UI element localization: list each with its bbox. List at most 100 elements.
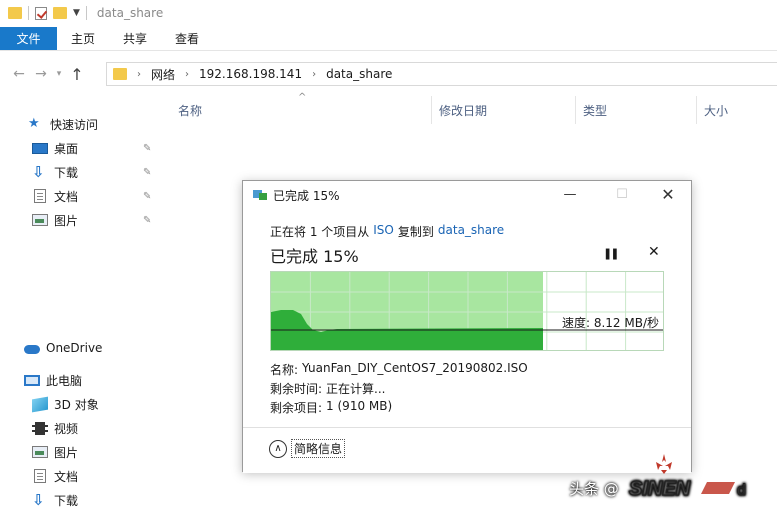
sidebar-item-pictures[interactable]: 图片 ✎ [0, 209, 160, 231]
transfer-speed-graph: 速度: 8.12 MB/秒 [270, 271, 664, 351]
copy-description: 正在将 1 个项目从 ISO 复制到 data_share [270, 223, 504, 240]
dialog-title-bar[interactable]: 已完成 15% — ☐ ✕ [243, 181, 691, 209]
name-value: YuanFan_DIY_CentOS7_20190802.ISO [302, 361, 528, 375]
pictures-icon [32, 214, 48, 226]
folder-icon[interactable] [8, 7, 22, 19]
sidebar-item-downloads-pc[interactable]: ⇩ 下载 [0, 489, 160, 511]
items-label: 剩余项目: [270, 401, 323, 415]
sidebar-item-label: 此电脑 [46, 373, 83, 388]
tab-share[interactable]: 共享 [109, 27, 161, 50]
sidebar-item-onedrive[interactable]: OneDrive [0, 337, 160, 359]
cloud-icon [24, 345, 40, 354]
watermark-logo-icon [656, 454, 672, 474]
column-size[interactable]: 大小 [704, 102, 728, 119]
close-button[interactable]: ✕ [653, 185, 683, 205]
column-divider[interactable] [575, 96, 576, 124]
items-value: 1 (910 MB) [326, 399, 393, 413]
column-modified[interactable]: 修改日期 [439, 102, 487, 119]
column-type[interactable]: 类型 [583, 102, 607, 119]
cancel-copy-button[interactable]: ✕ [648, 244, 660, 260]
tab-home[interactable]: 主页 [57, 27, 109, 50]
download-icon: ⇩ [32, 491, 45, 509]
pin-icon[interactable]: ✎ [143, 167, 151, 178]
column-divider[interactable] [431, 96, 432, 124]
forward-arrow-icon[interactable]: → [30, 66, 52, 82]
breadcrumb-share[interactable]: data_share [326, 67, 392, 81]
sidebar-item-label: OneDrive [46, 341, 103, 355]
sidebar-item-videos[interactable]: 视频 [0, 417, 160, 439]
document-icon [34, 469, 46, 483]
time-remaining-row: 剩余时间: 正在计算... [270, 380, 386, 397]
pin-icon[interactable]: ✎ [143, 215, 151, 226]
recent-locations-icon[interactable]: ▾ [52, 69, 66, 79]
desc-prefix: 正在将 1 个项目从 [270, 225, 370, 239]
customize-toolbar-icon[interactable]: ▼ [73, 8, 80, 18]
breadcrumb-network[interactable]: 网络 [151, 66, 175, 83]
copy-icon [253, 190, 267, 200]
column-header: ^ 名称 修改日期 类型 大小 [160, 92, 777, 124]
sidebar-item-desktop[interactable]: 桌面 ✎ [0, 137, 160, 159]
new-folder-icon[interactable] [53, 7, 67, 19]
separator [28, 6, 29, 20]
navigation-bar: ← → ▾ ↑ › 网络 › 192.168.198.141 › data_sh… [0, 58, 777, 90]
sidebar-item-label: 图片 [54, 445, 79, 460]
maximize-button[interactable]: ☐ [607, 185, 637, 205]
video-icon [32, 421, 48, 435]
watermark-brand-logo: SINEN d [628, 477, 746, 500]
sidebar-item-label: 图片 [54, 213, 79, 228]
progress-heading: 已完成 15% [270, 247, 359, 266]
download-icon: ⇩ [32, 163, 45, 181]
sidebar-item-3d-objects[interactable]: 3D 对象 [0, 393, 160, 415]
sidebar-item-documents-pc[interactable]: 文档 [0, 465, 160, 487]
pictures-icon [32, 446, 48, 458]
tab-file[interactable]: 文件 [0, 27, 57, 50]
tab-view[interactable]: 查看 [161, 27, 213, 50]
sidebar-item-label: 下载 [54, 493, 79, 508]
computer-icon [24, 374, 40, 386]
navigation-pane: ★ 快速访问 桌面 ✎ ⇩ 下载 ✎ 文档 ✎ 图片 ✎ OneDrive 此电… [0, 110, 160, 511]
copy-progress-dialog: 已完成 15% — ☐ ✕ 正在将 1 个项目从 ISO 复制到 data_sh… [242, 180, 692, 473]
sidebar-item-label: 桌面 [54, 141, 79, 156]
time-label: 剩余时间: [270, 382, 323, 396]
source-link[interactable]: ISO [373, 223, 394, 240]
fewer-details-button[interactable]: ∧ 简略信息 [269, 439, 346, 458]
chevron-right-icon[interactable]: › [137, 69, 141, 80]
chevron-right-icon[interactable]: › [185, 69, 189, 80]
sort-ascending-icon: ^ [298, 92, 307, 103]
sidebar-item-label: 3D 对象 [54, 397, 99, 412]
address-bar[interactable]: › 网络 › 192.168.198.141 › data_share [106, 62, 777, 86]
column-divider[interactable] [696, 96, 697, 124]
sidebar-item-label: 快速访问 [50, 117, 99, 132]
pin-icon[interactable]: ✎ [143, 191, 151, 202]
sidebar-item-downloads[interactable]: ⇩ 下载 ✎ [0, 161, 160, 183]
name-label: 名称: [270, 363, 299, 377]
sidebar-item-label: 下载 [54, 165, 79, 180]
up-arrow-icon[interactable]: ↑ [66, 65, 88, 84]
dialog-footer: ∧ 简略信息 [243, 427, 691, 473]
chevron-right-icon[interactable]: › [312, 69, 316, 80]
star-icon: ★ [28, 116, 40, 131]
pin-icon[interactable]: ✎ [143, 143, 151, 154]
destination-link[interactable]: data_share [438, 223, 504, 240]
sidebar-item-documents[interactable]: 文档 ✎ [0, 185, 160, 207]
back-arrow-icon[interactable]: ← [8, 66, 30, 82]
3d-objects-icon [32, 396, 48, 412]
dialog-title: 已完成 15% [273, 188, 340, 203]
sidebar-item-this-pc[interactable]: 此电脑 [0, 369, 160, 391]
minimize-button[interactable]: — [555, 185, 585, 205]
items-remaining-row: 剩余项目: 1 (910 MB) [270, 399, 392, 416]
column-name[interactable]: 名称 [178, 102, 202, 119]
sidebar-item-label: 文档 [54, 189, 79, 204]
window-title: data_share [96, 6, 164, 20]
speed-readout: 速度: 8.12 MB/秒 [561, 316, 659, 330]
properties-icon[interactable] [35, 6, 47, 20]
pause-button[interactable]: ❚❚ [603, 247, 620, 260]
breadcrumb-host[interactable]: 192.168.198.141 [199, 67, 302, 81]
desktop-icon [32, 143, 48, 154]
sidebar-item-quick-access[interactable]: ★ 快速访问 [0, 113, 160, 135]
sidebar-item-label: 文档 [54, 469, 79, 484]
file-explorer-window: ▼ data_share 文件 主页 共享 查看 ← → ▾ ↑ › 网络 › … [0, 0, 777, 511]
chevron-up-icon: ∧ [269, 439, 287, 458]
desc-middle: 复制到 [397, 225, 434, 239]
sidebar-item-pictures-pc[interactable]: 图片 [0, 441, 160, 463]
